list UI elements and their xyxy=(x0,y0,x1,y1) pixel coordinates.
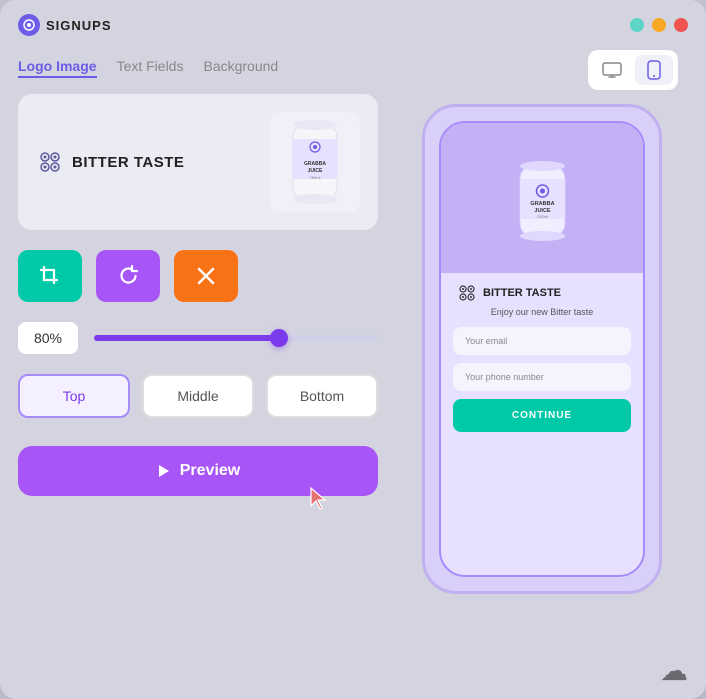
phone-tagline: Enjoy our new Bitter taste xyxy=(475,307,610,327)
phone-screen: GRABBA JUICE 250ml xyxy=(439,121,645,577)
preview-button-label: Preview xyxy=(180,462,240,480)
crop-button[interactable] xyxy=(18,250,82,302)
size-slider-row: 80% xyxy=(18,322,378,354)
phone-phone-input[interactable]: Your phone number xyxy=(453,363,631,391)
phone-brand-icon xyxy=(457,283,477,303)
phone-can-image: GRABBA JUICE 250ml xyxy=(515,161,570,241)
play-icon xyxy=(156,464,170,478)
tab-text-fields[interactable]: Text Fields xyxy=(117,58,184,78)
dot-yellow xyxy=(652,18,666,32)
desktop-icon xyxy=(602,62,622,78)
brand-name-label: BITTER TASTE xyxy=(72,154,184,171)
phone-mockup: GRABBA JUICE 250ml xyxy=(422,104,662,594)
brand-logo-area: BITTER TASTE xyxy=(36,148,184,176)
rotate-button[interactable] xyxy=(96,250,160,302)
slider-fill xyxy=(94,335,279,341)
desktop-view-button[interactable] xyxy=(593,55,631,85)
phone-cta-button[interactable]: CONTINUE xyxy=(453,399,631,432)
tab-bar: Logo Image Text Fields Background xyxy=(18,50,378,94)
cursor-icon xyxy=(308,486,330,512)
logo-preview-card: BITTER TASTE GRABBA JUICE xyxy=(18,94,378,230)
slider-thumb[interactable] xyxy=(270,329,288,347)
position-middle-button[interactable]: Middle xyxy=(142,374,254,418)
mobile-view-button[interactable] xyxy=(635,55,673,85)
svg-text:GRABBA: GRABBA xyxy=(304,161,326,167)
tab-background[interactable]: Background xyxy=(203,58,278,78)
brand-icon xyxy=(36,148,64,176)
app-title: SIGNUPS xyxy=(46,18,112,33)
size-slider-track[interactable] xyxy=(94,335,378,341)
cloud-icon: ☁ xyxy=(660,654,688,687)
app-window: SIGNUPS Logo Image Text Fields Backgroun… xyxy=(0,0,706,699)
dot-red xyxy=(674,18,688,32)
left-panel: Logo Image Text Fields Background xyxy=(18,50,378,681)
position-buttons: Top Middle Bottom xyxy=(18,374,378,418)
phone-hero-area: GRABBA JUICE 250ml xyxy=(441,123,643,273)
titlebar: SIGNUPS xyxy=(0,0,706,50)
svg-text:250ml: 250ml xyxy=(310,175,321,180)
svg-text:JUICE: JUICE xyxy=(308,168,323,174)
tool-buttons xyxy=(18,250,378,302)
phone-email-input[interactable]: Your email xyxy=(453,327,631,355)
svg-text:GRABBA: GRABBA xyxy=(530,201,554,207)
main-content: Logo Image Text Fields Background xyxy=(0,50,706,699)
window-controls xyxy=(630,18,688,32)
logo-icon xyxy=(18,14,40,36)
svg-text:250ml: 250ml xyxy=(537,214,548,219)
mobile-icon xyxy=(647,60,661,80)
app-logo: SIGNUPS xyxy=(18,14,112,36)
rotate-icon xyxy=(117,265,139,287)
right-panel: GRABBA JUICE 250ml xyxy=(396,50,688,681)
position-bottom-button[interactable]: Bottom xyxy=(266,374,378,418)
tab-logo-image[interactable]: Logo Image xyxy=(18,58,97,78)
crop-icon xyxy=(39,265,61,287)
phone-brand-name: BITTER TASTE xyxy=(483,287,561,299)
remove-icon xyxy=(195,265,217,287)
position-top-button[interactable]: Top xyxy=(18,374,130,418)
size-percent: 80% xyxy=(18,322,78,354)
view-toggle xyxy=(588,50,678,90)
can-image-preview: GRABBA JUICE 250ml xyxy=(270,112,360,212)
remove-button[interactable] xyxy=(174,250,238,302)
phone-brand-area: BITTER TASTE xyxy=(441,273,643,307)
dot-green xyxy=(630,18,644,32)
